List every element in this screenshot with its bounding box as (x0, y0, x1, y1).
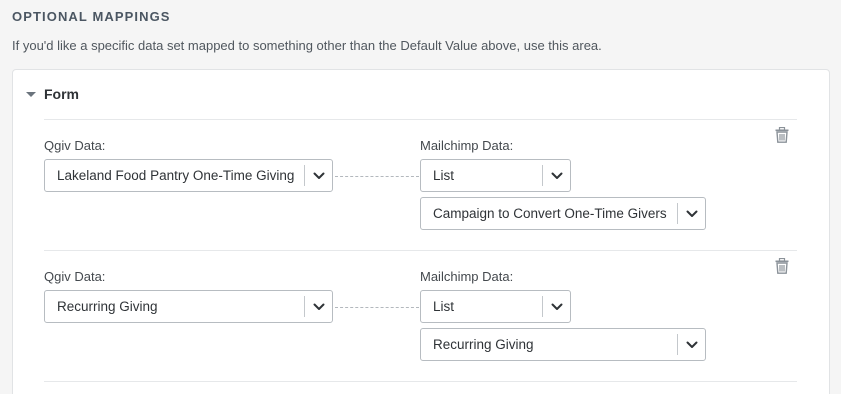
chevron-down-icon[interactable] (543, 160, 570, 191)
divider (44, 119, 797, 120)
section-description: If you'd like a specific data set mapped… (12, 38, 602, 53)
caret-down-icon[interactable] (26, 91, 36, 97)
mailchimp-type-value: List (433, 168, 455, 183)
chevron-down-icon[interactable] (678, 329, 705, 360)
mailchimp-data-label: Mailchimp Data: (420, 138, 514, 153)
mailchimp-value-select[interactable]: Campaign to Convert One-Time Givers (420, 197, 706, 230)
form-group-label: Form (44, 86, 79, 102)
mailchimp-type-value: List (433, 299, 455, 314)
chevron-down-icon[interactable] (305, 291, 332, 322)
qgiv-data-value: Lakeland Food Pantry One-Time Giving (57, 168, 295, 183)
chevron-down-icon[interactable] (678, 198, 705, 229)
section-title: OPTIONAL MAPPINGS (12, 9, 171, 24)
qgiv-data-select[interactable]: Lakeland Food Pantry One-Time Giving (44, 159, 333, 192)
divider (44, 381, 797, 382)
trash-icon[interactable] (775, 126, 789, 143)
trash-icon[interactable] (775, 257, 789, 274)
chevron-down-icon[interactable] (305, 160, 332, 191)
mapping-connector (335, 307, 419, 308)
mailchimp-data-label: Mailchimp Data: (420, 269, 514, 284)
mailchimp-value: Campaign to Convert One-Time Givers (433, 206, 667, 221)
qgiv-data-select[interactable]: Recurring Giving (44, 290, 333, 323)
chevron-down-icon[interactable] (543, 291, 570, 322)
mailchimp-type-select[interactable]: List (420, 159, 571, 192)
mapping-connector (335, 176, 419, 177)
mailchimp-value-select[interactable]: Recurring Giving (420, 328, 706, 361)
form-group-toggle[interactable]: Form (26, 86, 79, 102)
qgiv-data-label: Qgiv Data: (44, 269, 106, 284)
qgiv-data-label: Qgiv Data: (44, 138, 106, 153)
mailchimp-type-select[interactable]: List (420, 290, 571, 323)
divider (44, 250, 797, 251)
qgiv-data-value: Recurring Giving (57, 299, 158, 314)
mailchimp-value: Recurring Giving (433, 337, 534, 352)
